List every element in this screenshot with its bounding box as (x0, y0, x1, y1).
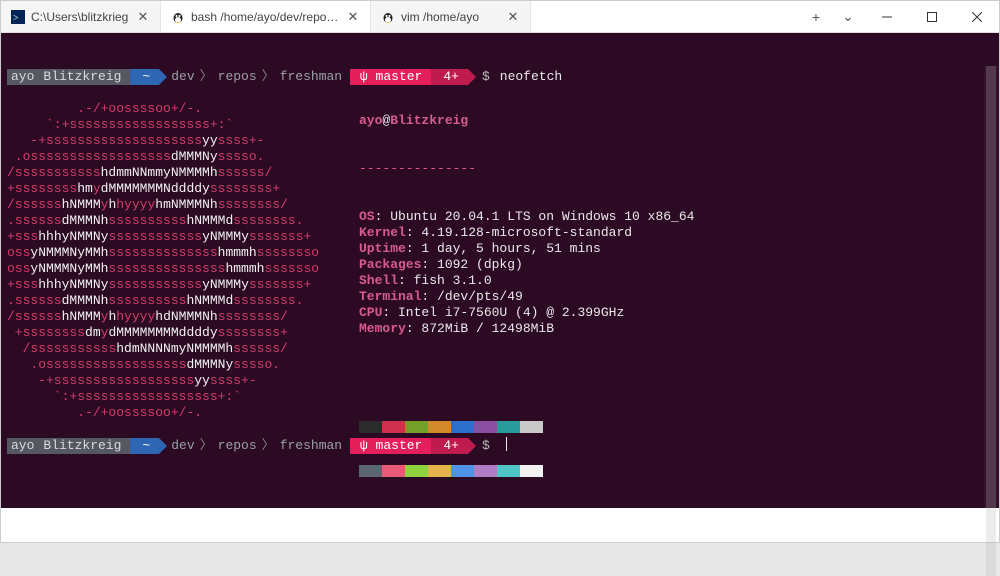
color-swatch (428, 421, 451, 433)
neofetch-value: : /dev/pts/49 (421, 289, 522, 304)
scrollbar-thumb[interactable] (986, 66, 996, 576)
tux-icon (171, 10, 185, 24)
color-swatch (405, 421, 428, 433)
color-swatch (497, 421, 520, 433)
neofetch-value: : 872MiB / 12498MiB (406, 321, 554, 336)
color-swatch (520, 465, 543, 477)
minimize-button[interactable] (864, 1, 909, 32)
neofetch-value: : 1 day, 5 hours, 51 mins (406, 241, 601, 256)
powershell-icon: > (11, 10, 25, 24)
close-button[interactable] (954, 1, 999, 32)
tab-close-icon[interactable]: ✕ (506, 10, 520, 24)
prompt-home: ~ (130, 69, 159, 85)
neofetch-user: ayo (359, 113, 382, 128)
tab[interactable]: > C:\Users\blitzkrieg ✕ (1, 1, 161, 32)
color-swatch (382, 421, 405, 433)
color-swatch (359, 465, 382, 477)
tab-strip: >C:\Users\blitzkrieg✕bash /home/ayo/dev/… (1, 1, 800, 32)
neofetch-value: : 1092 (dpkg) (421, 257, 522, 272)
color-swatch (359, 421, 382, 433)
color-swatch (428, 465, 451, 477)
terminal-window: >C:\Users\blitzkrieg✕bash /home/ayo/dev/… (0, 0, 1000, 543)
color-swatch (520, 421, 543, 433)
neofetch-info: ayo@Blitzkreig --------------- OS: Ubunt… (359, 81, 694, 508)
neofetch-key: OS (359, 209, 375, 224)
neofetch-key: Packages (359, 257, 421, 272)
neofetch-key: Shell (359, 273, 398, 288)
color-swatch (497, 465, 520, 477)
tab[interactable]: vim /home/ayo ✕ (371, 1, 531, 32)
neofetch-key: Terminal (359, 289, 421, 304)
tab-title: vim /home/ayo (401, 10, 500, 24)
prompt-user: ayo (7, 69, 43, 85)
neofetch-key: Kernel (359, 225, 406, 240)
color-palette-dark (359, 421, 694, 433)
prompt-path: dev〉repos〉freshman (159, 69, 342, 84)
new-tab-button[interactable]: + (800, 1, 832, 32)
neofetch-key: Uptime (359, 241, 406, 256)
tab[interactable]: bash /home/ayo/dev/repos/fres ✕ (161, 1, 371, 32)
tabs-dropdown-button[interactable]: ⌄ (832, 1, 864, 32)
neofetch-key: CPU (359, 305, 382, 320)
prompt-host: Blitzkreig (39, 69, 130, 85)
tab-title: bash /home/ayo/dev/repos/fres (191, 10, 340, 24)
neofetch-value: : Intel i7-7560U (4) @ 2.399GHz (382, 305, 624, 320)
color-swatch (382, 465, 405, 477)
terminal-viewport[interactable]: ayoBlitzkreig~dev〉repos〉freshman ψ maste… (1, 33, 999, 508)
neofetch-separator: --------------- (359, 161, 694, 177)
scrollbar[interactable] (984, 66, 998, 541)
neofetch-value: : fish 3.1.0 (398, 273, 492, 288)
tab-title: C:\Users\blitzkrieg (31, 10, 130, 24)
maximize-button[interactable] (909, 1, 954, 32)
color-swatch (474, 421, 497, 433)
neofetch-host: Blitzkreig (390, 113, 468, 128)
color-swatch (451, 421, 474, 433)
window-controls (864, 1, 999, 32)
tab-close-icon[interactable]: ✕ (136, 10, 150, 24)
tab-close-icon[interactable]: ✕ (346, 10, 360, 24)
neofetch-value: : 4.19.128-microsoft-standard (406, 225, 632, 240)
tux-icon (381, 10, 395, 24)
svg-text:>: > (13, 13, 19, 24)
titlebar: >C:\Users\blitzkrieg✕bash /home/ayo/dev/… (1, 1, 999, 33)
neofetch-key: Memory (359, 321, 406, 336)
color-palette-light (359, 465, 694, 477)
neofetch-value: : Ubuntu 20.04.1 LTS on Windows 10 x86_6… (375, 209, 695, 224)
color-swatch (451, 465, 474, 477)
color-swatch (474, 465, 497, 477)
color-swatch (405, 465, 428, 477)
